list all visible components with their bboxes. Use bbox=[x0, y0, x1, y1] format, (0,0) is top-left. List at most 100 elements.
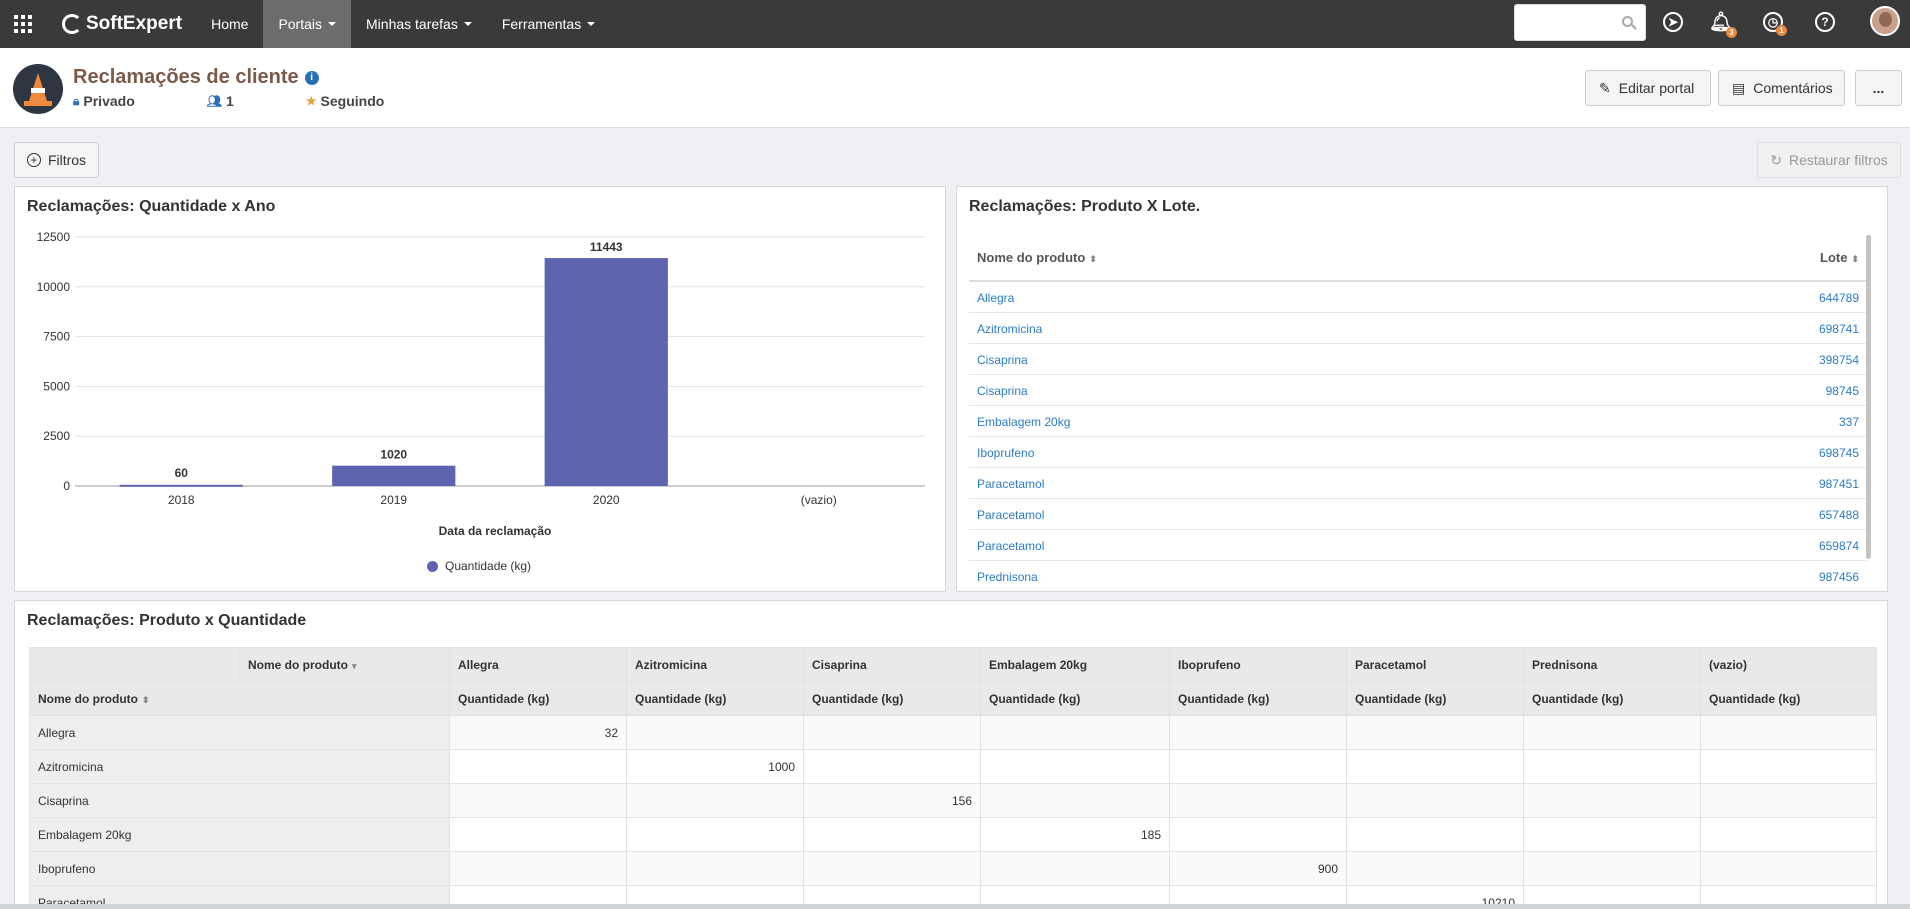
lot-link[interactable]: 657488 bbox=[1819, 508, 1859, 522]
pivot-col-header[interactable]: Azitromicina bbox=[626, 647, 804, 682]
lot-link[interactable]: 337 bbox=[1839, 415, 1859, 429]
product-link[interactable]: Cisaprina bbox=[977, 384, 1028, 398]
privacy-status[interactable]: 🔒︎ Privado bbox=[73, 93, 171, 109]
members-count[interactable]: 👥︎ 1 bbox=[207, 93, 270, 109]
pivot-cell[interactable] bbox=[449, 851, 627, 886]
lot-table-row[interactable]: Embalagem 20kg 337 bbox=[969, 406, 1867, 437]
lot-table-row[interactable]: Azitromicina 698741 bbox=[969, 313, 1867, 344]
pivot-cell[interactable] bbox=[1346, 783, 1524, 818]
lot-link[interactable]: 644789 bbox=[1819, 291, 1859, 305]
pivot-col-header[interactable]: Embalagem 20kg bbox=[980, 647, 1170, 682]
pivot-cell[interactable]: 32 bbox=[449, 715, 627, 750]
product-link[interactable]: Allegra bbox=[977, 291, 1014, 305]
bar[interactable] bbox=[332, 465, 456, 486]
lot-link[interactable]: 398754 bbox=[1819, 353, 1859, 367]
pivot-col-header[interactable]: Paracetamol bbox=[1346, 647, 1524, 682]
pivot-col-header[interactable]: (vazio) bbox=[1700, 647, 1877, 682]
pivot-cell[interactable] bbox=[1169, 783, 1347, 818]
nav-ferramentas[interactable]: Ferramentas bbox=[487, 0, 610, 48]
nav-minhas-tarefas[interactable]: Minhas tarefas bbox=[351, 0, 487, 48]
pivot-cell[interactable] bbox=[449, 817, 627, 852]
help-icon[interactable]: ? bbox=[1815, 12, 1835, 32]
product-link[interactable]: Embalagem 20kg bbox=[977, 415, 1070, 429]
lot-table-row[interactable]: Iboprufeno 698745 bbox=[969, 437, 1867, 468]
product-link[interactable]: Paracetamol bbox=[977, 508, 1044, 522]
lot-link[interactable]: 987451 bbox=[1819, 477, 1859, 491]
lot-table-row[interactable]: Paracetamol 657488 bbox=[969, 499, 1867, 530]
pivot-row-label[interactable]: Azitromicina bbox=[29, 749, 450, 784]
lot-link[interactable]: 98745 bbox=[1826, 384, 1859, 398]
lot-link[interactable]: 659874 bbox=[1819, 539, 1859, 553]
lot-link[interactable]: 698745 bbox=[1819, 446, 1859, 460]
pivot-cell[interactable] bbox=[626, 851, 804, 886]
softexpert-logo[interactable]: SoftExpert bbox=[62, 13, 182, 35]
pivot-cell[interactable]: 900 bbox=[1169, 851, 1347, 886]
product-link[interactable]: Paracetamol bbox=[977, 477, 1044, 491]
pivot-cell[interactable] bbox=[1523, 817, 1701, 852]
lot-table-row[interactable]: Prednisona 987456 bbox=[969, 561, 1867, 591]
pivot-row-label[interactable]: Embalagem 20kg bbox=[29, 817, 450, 852]
navigation-icon[interactable]: ➤ bbox=[1663, 12, 1683, 32]
bar[interactable] bbox=[119, 484, 243, 487]
pivot-col-header[interactable]: Cisaprina bbox=[803, 647, 981, 682]
pivot-cell[interactable] bbox=[1700, 851, 1877, 886]
pivot-cell[interactable] bbox=[1346, 715, 1524, 750]
bell-icon[interactable]: 🔔︎ 3 bbox=[1709, 12, 1737, 38]
lot-table-scrollbar[interactable] bbox=[1866, 235, 1871, 559]
more-options-button[interactable]: ... bbox=[1855, 70, 1902, 106]
product-link[interactable]: Azitromicina bbox=[977, 322, 1042, 336]
pivot-cell[interactable] bbox=[1523, 851, 1701, 886]
search-icon[interactable] bbox=[1622, 16, 1633, 27]
pivot-cell[interactable] bbox=[980, 851, 1170, 886]
pivot-cell[interactable] bbox=[1169, 715, 1347, 750]
pivot-cell[interactable] bbox=[803, 749, 981, 784]
pivot-col-header[interactable]: Allegra bbox=[449, 647, 627, 682]
pivot-cell[interactable] bbox=[626, 817, 804, 852]
product-link[interactable]: Cisaprina bbox=[977, 353, 1028, 367]
pivot-row-label[interactable]: Cisaprina bbox=[29, 783, 450, 818]
pivot-row-dim-header[interactable]: Nome do produto ⬍ bbox=[29, 681, 450, 716]
pivot-cell[interactable] bbox=[449, 783, 627, 818]
pivot-row-label[interactable]: Iboprufeno bbox=[29, 851, 450, 886]
lot-table-row[interactable]: Cisaprina 398754 bbox=[969, 344, 1867, 375]
pivot-cell[interactable] bbox=[1700, 749, 1877, 784]
edit-portal-button[interactable]: ✎ Editar portal bbox=[1585, 70, 1711, 106]
column-header-lot[interactable]: Lote ⬍ bbox=[1820, 250, 1859, 265]
lot-table-row[interactable]: Allegra 644789 bbox=[969, 282, 1867, 313]
product-link[interactable]: Prednisona bbox=[977, 570, 1038, 584]
pivot-row-label[interactable]: Allegra bbox=[29, 715, 450, 750]
lot-table-row[interactable]: Paracetamol 987451 bbox=[969, 468, 1867, 499]
pivot-col-header[interactable]: Iboprufeno bbox=[1169, 647, 1347, 682]
comments-button[interactable]: ▤ Comentários bbox=[1718, 70, 1845, 106]
pivot-cell[interactable] bbox=[1523, 783, 1701, 818]
pivot-cell[interactable]: 1000 bbox=[626, 749, 804, 784]
pivot-cell[interactable] bbox=[1169, 817, 1347, 852]
pivot-cell[interactable] bbox=[1346, 749, 1524, 784]
pivot-col-header[interactable]: Prednisona bbox=[1523, 647, 1701, 682]
info-icon[interactable]: i bbox=[304, 70, 319, 85]
pivot-cell[interactable] bbox=[803, 817, 981, 852]
search-input[interactable] bbox=[1515, 5, 1615, 40]
pivot-col-dim-header[interactable]: Nome do produto ▾ bbox=[239, 647, 450, 682]
pivot-cell[interactable] bbox=[1700, 817, 1877, 852]
product-link[interactable]: Iboprufeno bbox=[977, 446, 1034, 460]
lot-table-row[interactable]: Paracetamol 659874 bbox=[969, 530, 1867, 561]
pivot-cell[interactable]: 156 bbox=[803, 783, 981, 818]
chart-legend[interactable]: Quantidade (kg) bbox=[427, 559, 531, 573]
bar[interactable] bbox=[544, 258, 668, 486]
pivot-cell[interactable] bbox=[803, 715, 981, 750]
pivot-cell[interactable] bbox=[980, 715, 1170, 750]
pivot-cell[interactable] bbox=[980, 749, 1170, 784]
pivot-cell[interactable] bbox=[980, 783, 1170, 818]
following-status[interactable]: ★ Seguindo bbox=[306, 93, 421, 109]
pivot-cell[interactable] bbox=[1169, 749, 1347, 784]
pivot-cell[interactable]: 185 bbox=[980, 817, 1170, 852]
pivot-cell[interactable] bbox=[803, 851, 981, 886]
apps-grid-icon[interactable] bbox=[0, 0, 46, 48]
lot-link[interactable]: 698741 bbox=[1819, 322, 1859, 336]
pivot-cell[interactable] bbox=[1700, 715, 1877, 750]
clock-icon[interactable]: ◷ 1 bbox=[1763, 12, 1787, 36]
column-header-product[interactable]: Nome do produto ⬍ bbox=[977, 250, 1097, 265]
pivot-cell[interactable] bbox=[1523, 715, 1701, 750]
pivot-cell[interactable] bbox=[1346, 851, 1524, 886]
